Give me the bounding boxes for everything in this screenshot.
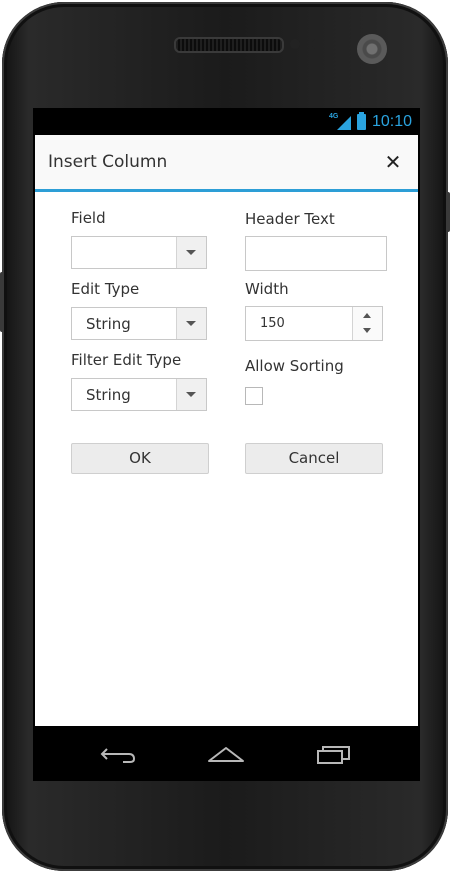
chevron-down-icon[interactable] bbox=[176, 379, 206, 410]
edit-type-dropdown[interactable]: String bbox=[71, 307, 207, 340]
filter-edit-type-value: String bbox=[86, 386, 131, 404]
proximity-sensor bbox=[290, 39, 300, 49]
dialog-header: Insert Column ✕ bbox=[35, 135, 418, 192]
close-icon[interactable]: ✕ bbox=[382, 151, 404, 173]
front-camera-icon bbox=[357, 34, 387, 64]
cancel-button[interactable]: Cancel bbox=[245, 443, 383, 474]
edit-type-label: Edit Type bbox=[71, 280, 140, 298]
chevron-down-icon[interactable] bbox=[176, 237, 206, 268]
chevron-down-icon[interactable] bbox=[176, 308, 206, 339]
edit-type-value: String bbox=[86, 315, 131, 333]
header-text-input[interactable] bbox=[245, 236, 387, 271]
signal-icon: 4G bbox=[329, 113, 351, 131]
phone-frame: 4G 10:10 Insert Column ✕ Field Header Te… bbox=[0, 2, 450, 871]
back-icon[interactable] bbox=[99, 742, 137, 766]
earpiece-speaker bbox=[174, 37, 284, 53]
navigation-bar bbox=[33, 728, 420, 781]
ok-button[interactable]: OK bbox=[71, 443, 209, 474]
status-bar: 4G 10:10 bbox=[33, 108, 420, 135]
spin-down-icon[interactable] bbox=[353, 324, 382, 340]
volume-button[interactable] bbox=[0, 272, 4, 332]
width-value: 150 bbox=[260, 316, 285, 331]
width-label: Width bbox=[245, 280, 289, 298]
allow-sorting-checkbox[interactable] bbox=[245, 387, 263, 405]
insert-column-dialog: Insert Column ✕ Field Header Text Edit T… bbox=[35, 135, 418, 726]
status-clock: 10:10 bbox=[371, 113, 412, 130]
field-label: Field bbox=[71, 209, 106, 227]
width-spinner bbox=[352, 307, 382, 340]
battery-icon bbox=[356, 112, 366, 130]
width-numeric-input[interactable]: 150 bbox=[245, 306, 383, 341]
power-button[interactable] bbox=[446, 192, 450, 232]
spin-up-icon[interactable] bbox=[353, 307, 382, 323]
status-indicators: 4G 10:10 bbox=[329, 112, 412, 132]
header-text-label: Header Text bbox=[245, 210, 335, 228]
recent-apps-icon[interactable] bbox=[315, 742, 353, 766]
light-sensor bbox=[312, 39, 322, 49]
field-dropdown[interactable] bbox=[71, 236, 207, 269]
filter-edit-type-label: Filter Edit Type bbox=[71, 351, 182, 369]
allow-sorting-label: Allow Sorting bbox=[245, 357, 344, 375]
dialog-title: Insert Column bbox=[48, 152, 168, 172]
screen: 4G 10:10 Insert Column ✕ Field Header Te… bbox=[33, 108, 420, 781]
filter-edit-type-dropdown[interactable]: String bbox=[71, 378, 207, 411]
home-icon[interactable] bbox=[207, 742, 245, 766]
